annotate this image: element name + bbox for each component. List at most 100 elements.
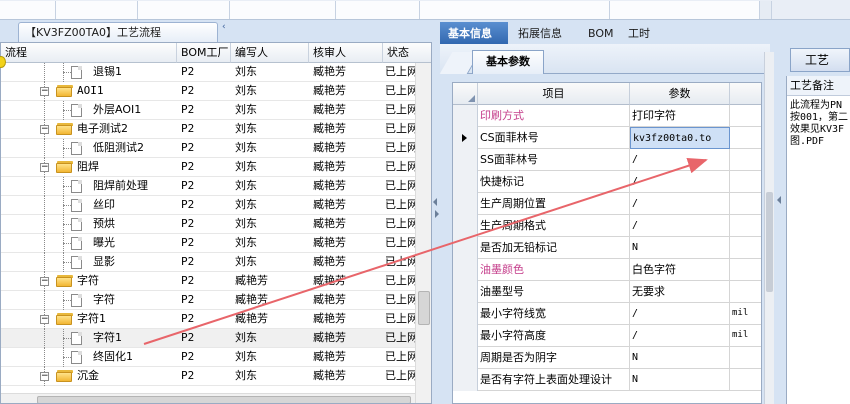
param-row[interactable]: SS面菲林号 / — [453, 149, 761, 171]
row-indicator[interactable] — [453, 303, 478, 325]
param-value-cell[interactable]: 无要求 — [630, 281, 730, 303]
toolbar-field[interactable] — [56, 1, 138, 19]
row-indicator[interactable] — [453, 171, 478, 193]
tab-process-notes[interactable]: 工艺 — [790, 48, 850, 72]
param-value-cell[interactable]: / — [630, 303, 730, 325]
row-indicator[interactable] — [453, 215, 478, 237]
column-header-reviewer[interactable]: 核审人 — [309, 43, 383, 63]
row-indicator[interactable] — [453, 193, 478, 215]
tree-row[interactable]: 终固化1 P2 刘东 臧艳芳 已上网 — [1, 348, 415, 367]
row-indicator[interactable] — [453, 369, 478, 391]
param-value-cell[interactable]: / — [630, 193, 730, 215]
collapse-toggle-icon[interactable]: − — [40, 125, 49, 134]
toolbar-field[interactable] — [336, 1, 420, 19]
param-value-cell[interactable]: / — [630, 149, 730, 171]
param-value-cell[interactable]: 白色字符 — [630, 259, 730, 281]
tree-row[interactable]: 外层AOI1 P2 刘东 臧艳芳 已上网 — [1, 101, 415, 120]
param-value-cell[interactable]: N — [630, 237, 730, 259]
param-row[interactable]: 是否加无铅标记 N — [453, 237, 761, 259]
param-row[interactable]: CS面菲林号 kv3fz00ta0.to — [453, 127, 761, 149]
param-unit-cell — [730, 171, 761, 193]
toolbar-field[interactable] — [610, 1, 760, 19]
toolbar-field[interactable] — [230, 1, 336, 19]
collapse-toggle-icon[interactable]: − — [40, 163, 49, 172]
process-flow-tab[interactable]: 【KV3FZ00TA0】工艺流程 — [18, 22, 218, 44]
param-row[interactable]: 油墨型号 无要求 — [453, 281, 761, 303]
column-header-writer[interactable]: 编写人 — [231, 43, 309, 63]
param-row[interactable]: 最小字符线宽 / mil — [453, 303, 761, 325]
toolbar-field[interactable] — [420, 1, 610, 19]
tab-basic-info[interactable]: 基本信息 — [440, 22, 508, 46]
collapse-toggle-icon[interactable]: − — [40, 315, 49, 324]
row-indicator[interactable] — [453, 347, 478, 369]
tab-bom[interactable]: BOM — [580, 22, 620, 46]
param-row[interactable]: 周期是否为阴字 N — [453, 347, 761, 369]
arrow-right-icon[interactable] — [435, 210, 439, 218]
collapse-toggle-icon[interactable]: − — [40, 277, 49, 286]
vertical-scrollbar[interactable] — [415, 63, 431, 403]
tree-row[interactable]: 曝光 P2 刘东 臧艳芳 已上网 — [1, 234, 415, 253]
param-value-cell[interactable]: / — [630, 215, 730, 237]
param-row[interactable]: 快捷标记 / — [453, 171, 761, 193]
toolbar-field[interactable] — [0, 1, 56, 19]
row-indicator[interactable] — [453, 237, 478, 259]
column-header-unit[interactable] — [730, 83, 761, 105]
tree-row[interactable]: − 字符 P2 臧艳芳 臧艳芳 已上网 — [1, 272, 415, 291]
tree-row[interactable]: 字符 P2 臧艳芳 臧艳芳 已上网 — [1, 291, 415, 310]
row-indicator[interactable] — [453, 281, 478, 303]
tree-row[interactable]: 显影 P2 刘东 臧艳芳 已上网 — [1, 253, 415, 272]
tree-row[interactable]: − AOI1 P2 刘东 臧艳芳 已上网 — [1, 82, 415, 101]
tree-row[interactable]: − 电子测试2 P2 刘东 臧艳芳 已上网 — [1, 120, 415, 139]
scrollbar-thumb[interactable] — [37, 396, 411, 403]
param-row[interactable]: 油墨颜色 白色字符 — [453, 259, 761, 281]
horizontal-scrollbar[interactable] — [1, 393, 415, 403]
param-row[interactable]: 最小字符高度 / mil — [453, 325, 761, 347]
tree-row[interactable]: − 沉金 P2 刘东 臧艳芳 已上网 — [1, 367, 415, 386]
scrollbar-thumb[interactable] — [766, 192, 773, 292]
scrollbar-thumb[interactable] — [418, 291, 430, 325]
process-notes-text[interactable]: 此流程为PN 按001，第二 效果见KV3F 图.PDF — [790, 100, 850, 148]
param-value-cell[interactable]: / — [630, 325, 730, 347]
subtab-basic-params[interactable]: 基本参数 — [472, 50, 544, 74]
tree-row[interactable]: 预烘 P2 刘东 臧艳芳 已上网 — [1, 215, 415, 234]
param-value-cell[interactable]: / — [630, 171, 730, 193]
tree-row[interactable]: 退锡1 P2 刘东 臧艳芳 已上网 — [1, 63, 415, 82]
row-indicator[interactable] — [453, 105, 478, 127]
param-row[interactable]: 生产周期位置 / — [453, 193, 761, 215]
tree-row[interactable]: 丝印 P2 刘东 臧艳芳 已上网 — [1, 196, 415, 215]
arrow-left-icon[interactable] — [777, 196, 781, 204]
arrow-left-icon[interactable] — [433, 198, 437, 206]
column-header-status[interactable]: 状态 — [383, 43, 431, 63]
column-header-item[interactable]: 项目 — [478, 83, 630, 105]
column-header-param[interactable]: 参数 — [630, 83, 730, 105]
column-header-bom-factory[interactable]: BOM工厂 — [177, 43, 231, 63]
parameter-grid-scrollbar[interactable] — [764, 52, 774, 404]
tree-row[interactable]: 字符1 P2 刘东 臧艳芳 已上网 — [1, 329, 415, 348]
collapse-toggle-icon[interactable]: − — [40, 372, 49, 381]
tab-work-hours[interactable]: 工时 — [620, 22, 660, 46]
grid-corner[interactable] — [453, 83, 478, 105]
tab-extended-info[interactable]: 拓展信息 — [510, 22, 576, 46]
param-row[interactable]: 是否有字符上表面处理设计 N — [453, 369, 761, 391]
collapse-toggle-icon[interactable]: − — [40, 87, 49, 96]
tree-row[interactable]: 低阻测试2 P2 刘东 臧艳芳 已上网 — [1, 139, 415, 158]
column-header-flow[interactable]: 流程 — [1, 43, 177, 63]
toolbar-field[interactable] — [138, 1, 230, 19]
toolbar-expand-button[interactable] — [760, 1, 772, 19]
param-row[interactable]: 生产周期格式 / — [453, 215, 761, 237]
row-indicator[interactable] — [453, 149, 478, 171]
tree-row[interactable]: − 字符1 P2 臧艳芳 臧艳芳 已上网 — [1, 310, 415, 329]
tree-row[interactable]: 阻焊前处理 P2 刘东 臧艳芳 已上网 — [1, 177, 415, 196]
row-indicator[interactable] — [453, 259, 478, 281]
param-value-cell[interactable]: kv3fz00ta0.to — [630, 127, 730, 149]
param-row[interactable]: 印刷方式 打印字符 — [453, 105, 761, 127]
param-value-cell[interactable]: N — [630, 347, 730, 369]
row-indicator[interactable] — [453, 325, 478, 347]
chevron-left-icon[interactable]: ‹ — [222, 22, 232, 32]
param-name-cell: 印刷方式 — [478, 105, 630, 127]
param-value-cell[interactable]: 打印字符 — [630, 105, 730, 127]
row-indicator[interactable] — [453, 127, 478, 149]
panel-splitter[interactable] — [432, 20, 440, 404]
tree-row[interactable]: − 阻焊 P2 刘东 臧艳芳 已上网 — [1, 158, 415, 177]
param-value-cell[interactable]: N — [630, 369, 730, 391]
